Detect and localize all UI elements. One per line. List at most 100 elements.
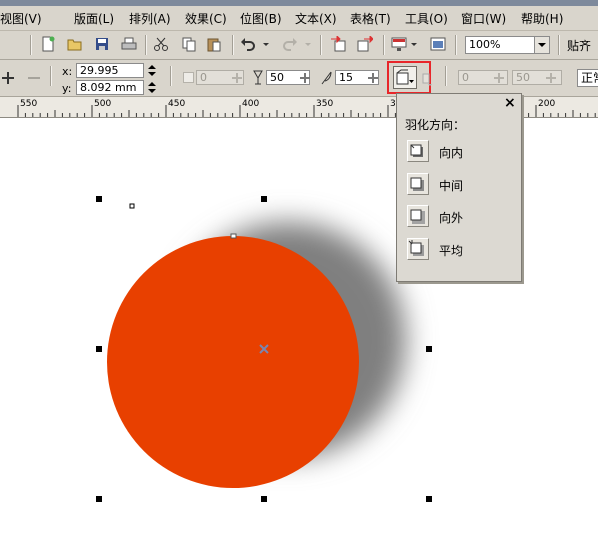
- menu-view[interactable]: 视图(V): [0, 10, 42, 27]
- open-icon[interactable]: [67, 36, 83, 52]
- feather-option-label: 向内: [439, 146, 464, 160]
- remove-preset-icon[interactable]: [28, 72, 40, 84]
- ruler-label: 350: [316, 99, 334, 109]
- toolbar-separator: [455, 35, 457, 55]
- redo-icon[interactable]: [282, 36, 298, 52]
- zoom-level-select[interactable]: 100%: [465, 36, 550, 54]
- feather-option-label: 平均: [439, 244, 464, 258]
- new-icon[interactable]: [40, 36, 56, 52]
- save-icon[interactable]: [94, 36, 110, 52]
- redo-dropdown-icon[interactable]: [304, 36, 312, 52]
- feather-option-inside[interactable]: 向内: [407, 140, 511, 162]
- ruler-label: 500: [94, 99, 112, 109]
- selection-handle[interactable]: [96, 346, 102, 352]
- toolbar-separator: [320, 35, 322, 55]
- crosshair-icon: [368, 73, 378, 83]
- ruler-label: 200: [538, 99, 556, 109]
- feather-option-middle[interactable]: 中间: [407, 173, 511, 195]
- y-label: y:: [62, 82, 72, 95]
- undo-dropdown-icon[interactable]: [262, 36, 270, 52]
- feather-option-average[interactable]: 平均: [407, 238, 511, 260]
- crosshair-icon: [494, 73, 504, 83]
- rotation-handle[interactable]: [129, 203, 135, 209]
- export-icon[interactable]: [357, 36, 373, 52]
- menu-window[interactable]: 窗口(W): [461, 10, 506, 27]
- feather-middle-icon: [407, 173, 429, 195]
- selection-handle[interactable]: [261, 496, 267, 502]
- menu-bitmaps[interactable]: 位图(B): [240, 10, 282, 27]
- selection-handle[interactable]: [96, 196, 102, 202]
- selection-handle[interactable]: [261, 196, 267, 202]
- menu-effects[interactable]: 效果(C): [185, 10, 227, 27]
- toolbar-separator: [558, 35, 560, 55]
- property-bar: x: 29.995 mm y: 8.092 mm 0 50 15 0 50 正常: [0, 60, 598, 97]
- crosshair-icon: [546, 73, 556, 83]
- shadow-stretch-value: 0: [462, 71, 469, 84]
- app-launcher-dropdown-icon[interactable]: [410, 36, 418, 52]
- y-position-field[interactable]: 8.092 mm: [76, 80, 144, 95]
- toolbar-separator: [30, 35, 32, 55]
- feather-inside-icon: [407, 140, 429, 162]
- feather-direction-dropdown: × 羽化方向： 向内 中间 向外 平均: [396, 93, 522, 282]
- shadow-offset-icon: [183, 72, 194, 83]
- feather-outside-icon: [407, 205, 429, 227]
- feather-edge-icon[interactable]: [421, 71, 433, 87]
- feather-direction-icon: [396, 69, 414, 85]
- menu-bar: 视图(V) 版面(L) 排列(A) 效果(C) 位图(B) 文本(X) 表格(T…: [0, 6, 598, 31]
- selection-handle[interactable]: [426, 496, 432, 502]
- blend-mode-select[interactable]: 正常: [577, 69, 598, 87]
- paste-icon[interactable]: [206, 36, 222, 52]
- feather-option-label: 向外: [439, 211, 464, 225]
- feather-option-outside[interactable]: 向外: [407, 205, 511, 227]
- opacity-icon: [253, 70, 263, 85]
- feather-direction-button[interactable]: [393, 66, 417, 89]
- toolbar-separator: [383, 35, 385, 55]
- y-position-value: 8.092 mm: [80, 81, 137, 94]
- toolbar-separator: [145, 35, 147, 55]
- y-position-spinner[interactable]: [146, 80, 158, 95]
- close-icon[interactable]: ×: [504, 95, 516, 111]
- node-handle[interactable]: [230, 233, 237, 239]
- import-icon[interactable]: [330, 36, 346, 52]
- selection-handle[interactable]: [426, 346, 432, 352]
- welcome-screen-icon[interactable]: [430, 36, 446, 52]
- x-position-field[interactable]: 29.995 mm: [76, 63, 144, 90]
- ruler-label: 550: [20, 99, 38, 109]
- shadow-feather-value: 15: [339, 71, 353, 84]
- snap-to-menu[interactable]: 贴齐: [567, 37, 591, 54]
- cut-icon[interactable]: [153, 36, 169, 52]
- shadow-fade-value: 50: [516, 71, 530, 84]
- add-preset-icon[interactable]: [2, 72, 14, 84]
- undo-icon[interactable]: [240, 36, 256, 52]
- chevron-down-icon[interactable]: [534, 37, 549, 53]
- crosshair-icon: [232, 73, 242, 83]
- blend-mode-value: 正常: [581, 71, 598, 85]
- dropdown-title: 羽化方向：: [405, 118, 466, 132]
- selection-handle[interactable]: [96, 496, 102, 502]
- copy-icon[interactable]: [181, 36, 197, 52]
- shadow-opacity-value: 50: [270, 71, 284, 84]
- menu-table[interactable]: 表格(T): [350, 10, 391, 27]
- x-label: x:: [62, 65, 73, 78]
- x-position-spinner[interactable]: [146, 63, 158, 78]
- menu-layout[interactable]: 版面(L): [74, 10, 114, 27]
- print-icon[interactable]: [121, 36, 137, 52]
- menu-tools[interactable]: 工具(O): [405, 10, 448, 27]
- toolbar-separator: [445, 66, 447, 86]
- toolbar-separator: [232, 35, 234, 55]
- orange-circle[interactable]: [107, 236, 359, 488]
- menu-arrange[interactable]: 排列(A): [129, 10, 171, 27]
- crosshair-icon: [300, 73, 310, 83]
- feather-icon: [321, 71, 332, 85]
- toolbar-separator: [170, 66, 172, 86]
- feather-option-label: 中间: [439, 179, 464, 193]
- app-launcher-icon[interactable]: [391, 36, 407, 52]
- ruler-label: 400: [242, 99, 260, 109]
- zoom-level-value: 100%: [469, 38, 501, 51]
- feather-average-icon: [407, 238, 429, 260]
- standard-toolbar: 100% 贴齐: [0, 31, 598, 60]
- toolbar-separator: [50, 66, 52, 86]
- menu-help[interactable]: 帮助(H): [521, 10, 563, 27]
- shadow-offset-value: 0: [200, 71, 207, 84]
- menu-text[interactable]: 文本(X): [295, 10, 337, 27]
